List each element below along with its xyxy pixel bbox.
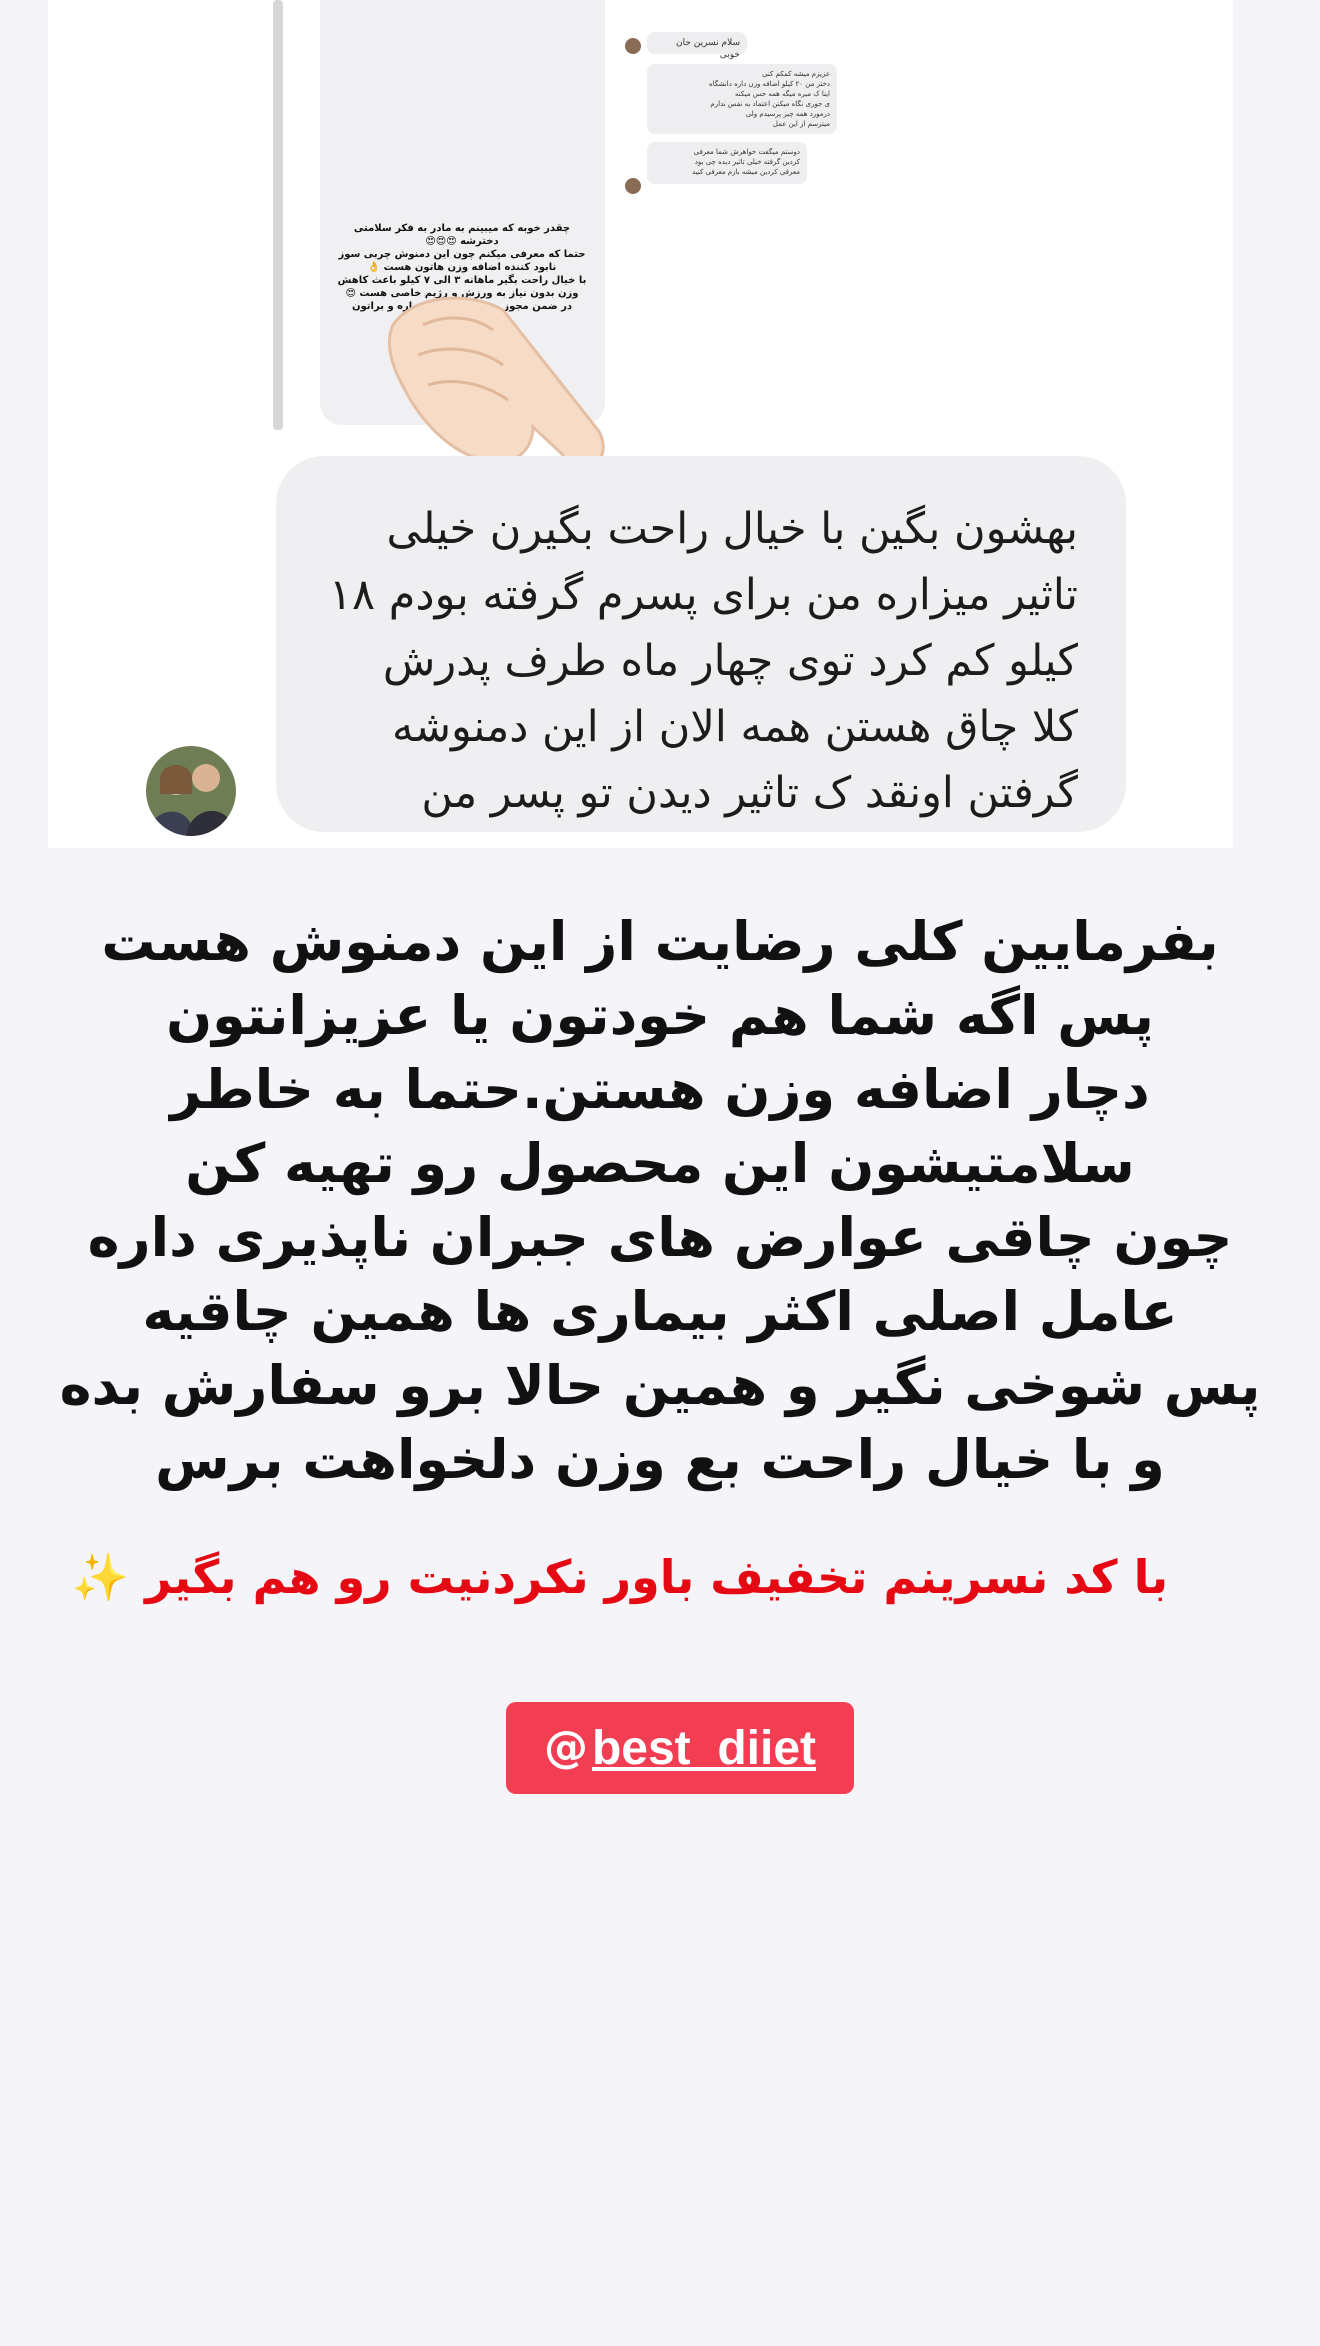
promo-line: پس شوخی نگیر و همین حالا برو سفارش بده — [59, 1354, 1261, 1417]
avatar-photo — [146, 746, 236, 836]
mini-message: سلام نسرین جان خوبی — [647, 32, 747, 60]
discount-code-text: با کد نسرینم تخفیف باور نکردنیت رو هم بگ… — [60, 1542, 1180, 1612]
promo-line: بفرمایین کلی رضایت از این دمنوش هست — [101, 910, 1219, 973]
reply-line: کلا چاق هستن همه الان از این دمنوشه — [391, 702, 1078, 752]
promo-line: چون چاقی عوارض های جبران ناپذیری داره — [87, 1206, 1233, 1269]
reply-message-bubble[interactable]: بهشون بگین با خیال راحت بگیرن خیلی تاثیر… — [276, 456, 1126, 832]
sender-avatar[interactable] — [146, 746, 236, 836]
mini-message: دوستم میگفت خواهرش شما معرفی کردین گرفته… — [647, 142, 807, 184]
mini-chat: سلام نسرین جان خوبی عزیزم میشه کمکم کنی … — [625, 30, 840, 200]
promo-line: سلامتیشون این محصول رو تهیه کن — [185, 1132, 1135, 1195]
mention-handle: best_diiet — [591, 1721, 817, 1775]
threads-at-icon: @ — [543, 1722, 588, 1773]
mini-message: عزیزم میشه کمکم کنی دختر من ۲۰ کیلو اضاف… — [647, 64, 837, 134]
discount-text: با کد نسرینم تخفیف باور نکردنیت رو هم بگ… — [145, 1550, 1169, 1604]
promo-text: بفرمایین کلی رضایت از این دمنوش هست پس ا… — [40, 905, 1280, 1497]
dm-screenshot: سلام نسرین جان خوبی عزیزم میشه کمکم کنی … — [48, 0, 1233, 848]
thread-line — [273, 0, 283, 430]
mini-avatar — [625, 38, 641, 54]
promo-line: و با خیال راحت بع وزن دلخواهت برس — [155, 1428, 1165, 1491]
caption-line: حتما که معرفی میکنم چون این دمنوش چربی س… — [338, 249, 586, 260]
mention-sticker[interactable]: @ best_diiet — [506, 1702, 854, 1794]
mini-avatar — [625, 178, 641, 194]
promo-line: پس اگه شما هم خودتون یا عزیزانتون — [166, 984, 1154, 1047]
reply-line: بهشون بگین با خیال راحت بگیرن خیلی — [386, 504, 1079, 554]
reply-line: گرفتن اونقد ک تاثیر دیدن تو پسر من — [421, 768, 1078, 818]
sparkle-icon: ✨ — [71, 1550, 130, 1604]
caption-line: چقدر خوبه که میبینم به مادر به فکر سلامت… — [353, 223, 571, 247]
caption-line: نابود کننده اضافه وزن هاتون هست 👌 — [367, 262, 557, 273]
reply-line: کیلو کم کرد توی چهار ماه طرف پدرش — [382, 636, 1078, 686]
reply-line: تاثیر میزاره من برای پسرم گرفته بودم ۱۸ — [328, 570, 1078, 620]
promo-line: عامل اصلی اکثر بیماری ها همین چاقیه — [142, 1280, 1178, 1343]
promo-line: دچار اضافه وزن هستن.حتما به خاطر — [170, 1058, 1150, 1121]
